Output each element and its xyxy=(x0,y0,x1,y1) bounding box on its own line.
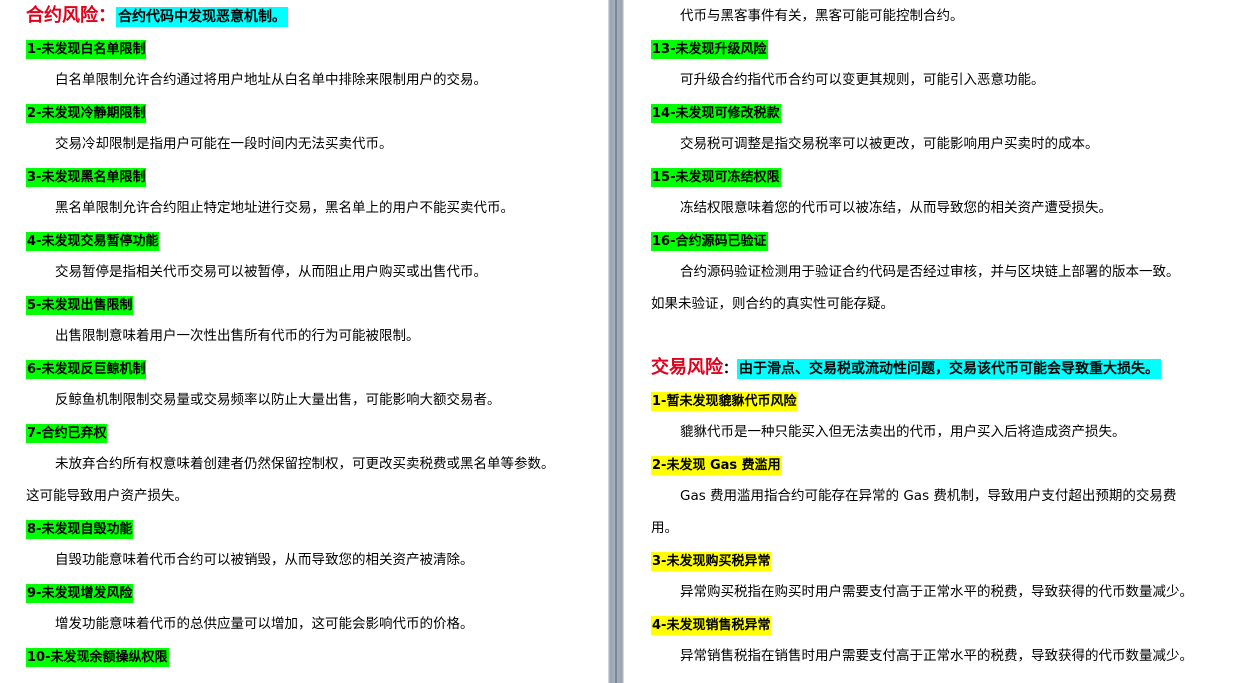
trade-item-header: 1-暂未发现貔貅代币风险 xyxy=(651,392,798,411)
check-item-desc: 交易暂停是指相关代币交易可以被暂停，从而阻止用户购买或出售代币。 xyxy=(55,264,487,280)
check-item-header: 5-未发现出售限制 xyxy=(26,296,134,315)
trade-item-header: 4-未发现销售税异常 xyxy=(651,616,772,635)
trade-item-desc: 异常购买税指在购买时用户需要支付高于正常水平的税费，导致获得的代币数量减少。 xyxy=(680,584,1193,600)
trade-item-desc: 貔貅代币是一种只能买入但无法卖出的代币，用户买入后将造成资产损失。 xyxy=(680,424,1126,440)
contract-risk-label: 合约风险 xyxy=(26,5,98,26)
check-item-header: 2-未发现冷静期限制 xyxy=(26,104,147,123)
contract-risk-title: 合约风险： 合约代码中发现恶意机制。 xyxy=(26,0,598,32)
contract-risk-continued-section: 代币与黑客事件有关，黑客可能可能控制合约。 13-未发现升级风险 可升级合约指代… xyxy=(624,0,1234,672)
check-item-desc-continued: 如果未验证，则合约的真实性可能存疑。 xyxy=(651,296,894,312)
trade-item-header: 2-未发现 Gas 费滥用 xyxy=(651,456,782,475)
trade-risk-colon: ： xyxy=(723,361,737,377)
check-item-header: 16-合约源码已验证 xyxy=(651,232,768,251)
check-item-header: 14-未发现可修改税款 xyxy=(651,104,781,123)
trade-risk-title: 交易风险： 由于滑点、交易税或流动性问题，交易该代币可能会导致重大损失。 xyxy=(651,352,1224,384)
contract-risk-summary: 合约代码中发现恶意机制。 xyxy=(116,7,288,27)
document-page-right: 代币与黑客事件有关，黑客可能可能控制合约。 13-未发现升级风险 可升级合约指代… xyxy=(624,0,1234,683)
contract-risk-section: 合约风险： 合约代码中发现恶意机制。 1-未发现白名单限制 白名单限制允许合约通过… xyxy=(0,0,608,672)
check-item-header: 3-未发现黑名单限制 xyxy=(26,168,147,187)
check-item-desc: 交易税可调整是指交易税率可以被更改，可能影响用户买卖时的成本。 xyxy=(680,136,1099,152)
check-item-header: 13-未发现升级风险 xyxy=(651,40,768,59)
check-item-desc-continued: 这可能导致用户资产损失。 xyxy=(26,488,188,504)
check-item-header: 4-未发现交易暂停功能 xyxy=(26,232,160,251)
check-item-desc: 交易冷却限制是指用户可能在一段时间内无法买卖代币。 xyxy=(55,136,393,152)
check-item-header: 1-未发现白名单限制 xyxy=(26,40,147,59)
trade-item-header: 3-未发现购买税异常 xyxy=(651,552,772,571)
check-item-desc: 反鲸鱼机制限制交易量或交易频率以防止大量出售，可能影响大额交易者。 xyxy=(55,392,501,408)
trade-item-desc: 异常销售税指在销售时用户需要支付高于正常水平的税费，导致获得的代币数量减少。 xyxy=(680,648,1193,664)
check-item-desc: 未放弃合约所有权意味着创建者仍然保留控制权，可更改买卖税费或黑名单等参数。 xyxy=(55,456,555,472)
check-item-header: 10-未发现余额操纵权限 xyxy=(26,648,169,667)
check-item-desc: 增发功能意味着代币的总供应量可以增加，这可能会影响代币的价格。 xyxy=(55,616,474,632)
check-item-header: 8-未发现自毁功能 xyxy=(26,520,134,539)
check-item-desc: 白名单限制允许合约通过将用户地址从白名单中排除来限制用户的交易。 xyxy=(55,72,487,88)
trade-item-desc: Gas 费用滥用指合约可能存在异常的 Gas 费机制，导致用户支付超出预期的交易… xyxy=(680,488,1177,504)
check-item-desc: 合约源码验证检测用于验证合约代码是否经过审核，并与区块链上部署的版本一致。 xyxy=(680,264,1180,280)
trade-risk-label: 交易风险 xyxy=(651,357,723,378)
check-item-desc: 黑名单限制允许合约阻止特定地址进行交易，黑名单上的用户不能买卖代币。 xyxy=(55,200,514,216)
trade-risk-summary: 由于滑点、交易税或流动性问题，交易该代币可能会导致重大损失。 xyxy=(737,359,1161,379)
check-item-desc: 可升级合约指代币合约可以变更其规则，可能引入恶意功能。 xyxy=(680,72,1045,88)
check-item-header: 6-未发现反巨鲸机制 xyxy=(26,360,147,379)
trade-item-desc-continued: 用。 xyxy=(651,520,678,536)
document-page-left: 合约风险： 合约代码中发现恶意机制。 1-未发现白名单限制 白名单限制允许合约通过… xyxy=(0,0,608,683)
check-item-header: 15-未发现可冻结权限 xyxy=(651,168,781,187)
check-item-desc: 自毁功能意味着代币合约可以被销毁，从而导致您的相关资产被清除。 xyxy=(55,552,474,568)
check-item-header: 7-合约已弃权 xyxy=(26,424,108,443)
check-item-desc: 出售限制意味着用户一次性出售所有代币的行为可能被限制。 xyxy=(55,328,420,344)
page-divider xyxy=(608,0,624,683)
continued-desc: 代币与黑客事件有关，黑客可能可能控制合约。 xyxy=(680,8,964,24)
check-item-header: 9-未发现增发风险 xyxy=(26,584,134,603)
contract-risk-colon: ： xyxy=(98,5,116,26)
check-item-desc: 冻结权限意味着您的代币可以被冻结，从而导致您的相关资产遭受损失。 xyxy=(680,200,1112,216)
